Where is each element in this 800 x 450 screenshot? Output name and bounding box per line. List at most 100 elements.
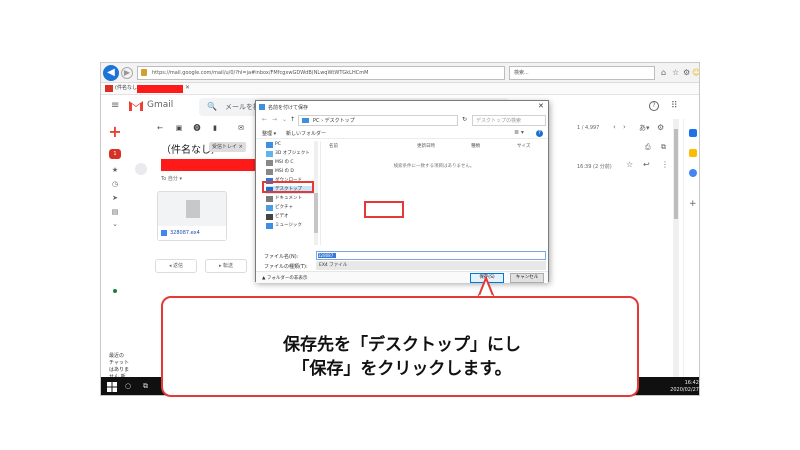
back-arrow-icon[interactable]: ← <box>156 124 164 132</box>
tree-item-documents[interactable]: ドキュメント <box>266 195 318 203</box>
column-type[interactable]: 種類 <box>471 143 480 149</box>
organize-button[interactable]: 整理 ▾ <box>262 130 276 137</box>
smiley-icon[interactable]: ☺ <box>692 68 699 78</box>
drafts-icon[interactable]: ▤ <box>110 207 120 217</box>
dialog-title: 名前を付けて保存 <box>268 105 309 111</box>
file-icon <box>186 200 200 218</box>
filename-input[interactable]: 328087 <box>316 251 546 260</box>
scrollbar-thumb[interactable] <box>314 193 318 233</box>
gmail-left-rail: + 1 ★ ◷ ➤ ▤ ⌄ 最近のチャットはありません 新しいチャットを開始しま… <box>101 119 129 395</box>
browser-search-input[interactable]: 検索... <box>509 66 655 80</box>
print-icon[interactable]: ⎙ <box>645 143 651 152</box>
tab-close-icon[interactable]: ✕ <box>185 84 193 92</box>
instruction-callout: 保存先を「デスクトップ」にし 「保存」をクリックします。 <box>161 296 639 397</box>
address-bar[interactable]: https://mail.google.com/mail/u/0/?hl=ja#… <box>137 66 505 80</box>
tree-item-3d-objects[interactable]: 3D オブジェクト <box>266 150 318 158</box>
browser-tab[interactable]: (件名なし) ✕ <box>101 83 699 95</box>
taskbar-clock[interactable]: 16:42 2020/02/27 <box>657 380 699 394</box>
inbox-count-badge[interactable]: 1 <box>109 149 121 159</box>
desktop-highlight-box <box>262 181 314 193</box>
favorites-icon[interactable]: ☆ <box>672 68 679 78</box>
tree-scrollbar[interactable] <box>314 141 318 245</box>
tree-item-pc[interactable]: PC <box>266 141 318 149</box>
tasks-icon[interactable] <box>689 169 697 177</box>
star-icon[interactable]: ☆ <box>626 160 633 169</box>
reply-button[interactable]: ◂ 返信 <box>155 259 197 273</box>
home-icon[interactable]: ⌂ <box>661 68 666 78</box>
forward-button[interactable]: ▶ <box>121 67 133 79</box>
attachment-card[interactable]: 328087.ex4 <box>157 191 227 241</box>
nav-up-icon[interactable]: ↑ <box>290 116 295 123</box>
windows-start-icon[interactable] <box>107 382 117 392</box>
dialog-close-icon[interactable]: ✕ <box>538 102 544 110</box>
archive-icon[interactable]: ▣ <box>175 124 183 132</box>
dialog-help-icon[interactable]: ? <box>536 130 543 137</box>
attachment-name[interactable]: 328087.ex4 <box>158 226 226 240</box>
keep-icon[interactable] <box>689 149 697 157</box>
refresh-icon[interactable]: ↻ <box>462 116 467 123</box>
spam-icon[interactable]: ⓿ <box>193 124 201 132</box>
tree-item-videos[interactable]: ビデオ <box>266 213 318 221</box>
search-icon[interactable]: ○ <box>125 382 131 390</box>
settings-gear-icon[interactable]: ⚙ <box>657 123 664 132</box>
new-folder-button[interactable]: 新しいフォルダー <box>286 130 326 137</box>
tree-item-pictures[interactable]: ピクチャ <box>266 204 318 212</box>
hide-folders-toggle[interactable]: ▲ フォルダーの非表示 <box>262 275 307 281</box>
tree-item-drive-c[interactable]: MSI の C <box>266 159 318 167</box>
more-vert-icon[interactable]: ⋮ <box>661 160 669 169</box>
dialog-command-bar: 整理 ▾ 新しいフォルダー ≣ ▾ ? <box>256 129 548 139</box>
scrollbar-thumb[interactable] <box>674 129 678 219</box>
search-icon[interactable]: 🔍 <box>207 102 217 111</box>
add-addon-icon[interactable]: + <box>689 199 697 209</box>
file-list[interactable]: 名前 更新日時 種類 サイズ 検索条件に一致する項目はありません。 <box>320 141 546 245</box>
back-button[interactable]: ◀ <box>103 65 119 81</box>
delete-icon[interactable]: ▮ <box>211 124 219 132</box>
redaction-bar <box>161 159 255 171</box>
clock-date: 2020/02/27 <box>670 387 699 393</box>
mark-unread-icon[interactable]: ✉ <box>237 124 245 132</box>
forward-button[interactable]: ▸ 転送 <box>205 259 247 273</box>
input-tools-icon[interactable]: あ▾ <box>639 123 650 133</box>
drive-icon <box>266 169 273 175</box>
next-chevron-icon[interactable]: › <box>623 123 626 131</box>
tree-item-label: MSI の C <box>275 160 294 165</box>
redaction-bar <box>137 85 183 93</box>
more-chevron-icon[interactable]: ⌄ <box>110 219 120 229</box>
compose-button[interactable]: + <box>107 124 123 141</box>
column-name[interactable]: 名前 <box>329 143 338 149</box>
help-icon[interactable]: ? <box>649 101 659 111</box>
task-view-icon[interactable]: ⧉ <box>143 382 148 391</box>
music-icon <box>266 223 273 229</box>
hide-folders-label: フォルダーの非表示 <box>266 276 308 281</box>
tree-item-music[interactable]: ミュージック <box>266 222 318 230</box>
folder-search-input[interactable]: デスクトップの検索 <box>472 115 546 126</box>
view-options-icon[interactable]: ≣ ▾ <box>514 129 524 136</box>
attachment-filename: 328087.ex4 <box>170 230 200 236</box>
cancel-button[interactable]: キャンセル <box>510 273 544 283</box>
path-breadcrumb[interactable]: PC › デスクトップ <box>298 115 458 126</box>
tree-item-drive-d[interactable]: MSI の D <box>266 168 318 176</box>
column-size[interactable]: サイズ <box>517 143 530 149</box>
column-modified[interactable]: 更新日時 <box>417 143 435 149</box>
snoozed-icon[interactable]: ◷ <box>110 179 120 189</box>
calendar-icon[interactable] <box>689 129 697 137</box>
nav-back-icon[interactable]: ← <box>262 116 267 123</box>
starred-icon[interactable]: ★ <box>110 165 120 175</box>
nav-recent-icon[interactable]: ⌄ <box>282 116 287 123</box>
prev-chevron-icon[interactable]: ‹ <box>613 123 616 131</box>
tree-item-label: ドキュメント <box>275 196 302 201</box>
message-scrollbar[interactable] <box>673 119 679 377</box>
gmail-wordmark: Gmail <box>147 100 174 110</box>
menu-icon[interactable]: ≡ <box>111 101 121 111</box>
recipient-line[interactable]: To 自分 ▾ <box>161 175 182 182</box>
filetype-select[interactable]: EX4 ファイル <box>316 261 546 270</box>
reply-icon[interactable]: ↩ <box>643 160 650 169</box>
new-window-icon[interactable]: ⧉ <box>661 143 666 152</box>
apps-grid-icon[interactable]: ⠿ <box>671 101 678 111</box>
sent-icon[interactable]: ➤ <box>110 193 120 203</box>
filename-value: 328087 <box>318 253 336 258</box>
nav-forward-icon[interactable]: → <box>272 116 277 123</box>
3d-objects-icon <box>266 151 273 157</box>
inbox-label-chip[interactable]: 受信トレイ × <box>209 142 246 152</box>
tools-gear-icon[interactable]: ⚙ <box>683 68 690 78</box>
